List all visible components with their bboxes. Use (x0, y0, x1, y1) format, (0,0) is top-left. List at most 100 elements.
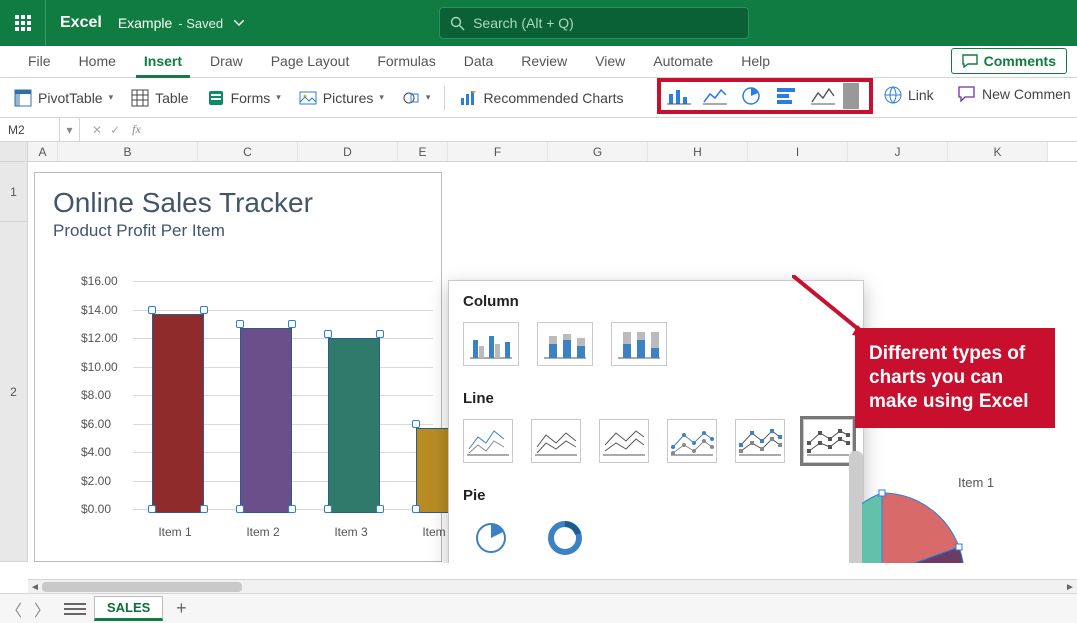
chart-bar[interactable] (152, 314, 204, 514)
chart-section-header: Line (449, 378, 863, 413)
shapes-button[interactable]: ▾ (398, 86, 435, 110)
enter-formula-icon[interactable]: ✓ (110, 123, 120, 137)
x-axis-label: Item 2 (228, 525, 298, 539)
document-name[interactable]: Example (118, 15, 178, 31)
search-box[interactable] (439, 7, 749, 39)
table-button[interactable]: Table (127, 86, 192, 110)
app-launcher-icon[interactable] (0, 0, 46, 46)
bar-chart-button[interactable] (771, 83, 803, 109)
y-axis-label: $2.00 (81, 474, 111, 488)
tab-review[interactable]: Review (507, 47, 581, 77)
stacked-line-markers-option[interactable] (735, 419, 785, 463)
sheet-tab[interactable]: SALES (94, 596, 163, 621)
next-sheet-button[interactable]: 〉 (32, 599, 52, 619)
column-chart-button[interactable] (663, 83, 695, 109)
chevron-down-icon[interactable] (229, 13, 249, 33)
chart-plot-area[interactable]: $0.00$2.00$4.00$6.00$8.00$10.00$12.00$14… (81, 281, 433, 513)
embedded-chart[interactable]: Online Sales Tracker Product Profit Per … (34, 172, 442, 562)
forms-label: Forms (231, 90, 271, 106)
worksheet-grid[interactable]: 1 2 Online Sales Tracker Product Profit … (0, 162, 1077, 563)
pivottable-button[interactable]: PivotTable ▾ (10, 86, 117, 110)
line-option[interactable] (463, 419, 513, 463)
pie-chart-button[interactable] (735, 83, 767, 109)
column-header[interactable]: C (198, 142, 298, 161)
chart-subtitle[interactable]: Product Profit Per Item (35, 221, 441, 253)
name-box-dropdown[interactable]: ▾ (60, 118, 80, 141)
doughnut-option[interactable] (537, 516, 593, 560)
tab-file[interactable]: File (14, 47, 65, 77)
recommended-charts-button[interactable]: Recommended Charts (455, 86, 627, 110)
stacked-column-option[interactable] (537, 322, 593, 366)
chart-bar[interactable] (328, 338, 380, 513)
100-stacked-line-option[interactable] (599, 419, 649, 463)
100-stacked-line-markers-option[interactable] (803, 419, 853, 463)
add-sheet-button[interactable]: + (171, 599, 191, 619)
column-header[interactable]: G (548, 142, 648, 161)
y-axis-label: $14.00 (81, 303, 118, 317)
chart-title[interactable]: Online Sales Tracker (35, 173, 441, 221)
column-header[interactable]: D (298, 142, 398, 161)
scroll-left-button[interactable]: ◄ (28, 580, 42, 594)
select-all-cell[interactable] (0, 142, 28, 161)
column-header[interactable]: H (648, 142, 748, 161)
search-input[interactable] (473, 15, 738, 31)
scrollbar-thumb[interactable] (42, 582, 242, 592)
tab-automate[interactable]: Automate (639, 47, 727, 77)
formula-bar: M2 ▾ ✕ ✓ fx (0, 118, 1077, 142)
area-chart-button[interactable] (807, 83, 839, 109)
pictures-label: Pictures (323, 90, 374, 106)
tab-home[interactable]: Home (65, 47, 130, 77)
tab-insert[interactable]: Insert (130, 47, 196, 77)
pie-option[interactable] (463, 516, 519, 560)
forms-button[interactable]: Forms ▾ (203, 86, 285, 110)
column-header[interactable]: E (398, 142, 448, 161)
column-header[interactable]: I (748, 142, 848, 161)
sheet-tab-bar: 〈 〉 SALES + (0, 593, 1077, 623)
y-axis-label: $8.00 (81, 388, 111, 402)
tab-formulas[interactable]: Formulas (363, 47, 449, 77)
link-icon (884, 86, 902, 104)
column-header[interactable]: J (848, 142, 948, 161)
name-box[interactable]: M2 (0, 118, 60, 141)
annotation-callout: Different types of charts you can make u… (855, 328, 1055, 428)
column-header[interactable]: A (28, 142, 58, 161)
tab-help[interactable]: Help (727, 47, 784, 77)
new-comment-button[interactable]: New Commen (958, 86, 1071, 102)
panel-scrollbar[interactable] (849, 451, 863, 563)
chart-types-highlight (657, 78, 873, 114)
y-axis-label: $4.00 (81, 445, 111, 459)
all-sheets-button[interactable] (64, 599, 86, 619)
chart-bar[interactable] (240, 328, 292, 513)
expand-chart-types-button[interactable] (843, 83, 859, 109)
tab-page-layout[interactable]: Page Layout (257, 47, 364, 77)
table-icon (131, 89, 149, 107)
ribbon-tabs: File Home Insert Draw Page Layout Formul… (0, 46, 1077, 78)
tab-view[interactable]: View (581, 47, 639, 77)
column-header[interactable]: K (948, 142, 1048, 161)
100-stacked-column-option[interactable] (611, 322, 667, 366)
tab-data[interactable]: Data (450, 47, 508, 77)
embedded-pie-chart[interactable]: Item 1 Item 2 Item 3 (862, 465, 1062, 563)
chevron-down-icon: ▾ (109, 92, 114, 103)
stacked-line-option[interactable] (531, 419, 581, 463)
tab-draw[interactable]: Draw (196, 47, 257, 77)
clustered-column-option[interactable] (463, 322, 519, 366)
shapes-icon (402, 89, 420, 107)
cancel-formula-icon[interactable]: ✕ (92, 123, 102, 137)
line-markers-option[interactable] (667, 419, 717, 463)
column-header[interactable]: B (58, 142, 198, 161)
row-header[interactable]: 1 (0, 162, 28, 222)
horizontal-scrollbar[interactable]: ◄ ► (28, 579, 1077, 593)
row-header[interactable]: 2 (0, 222, 28, 562)
scroll-right-button[interactable]: ► (1063, 580, 1077, 594)
prev-sheet-button[interactable]: 〈 (4, 599, 24, 619)
column-header[interactable]: F (448, 142, 548, 161)
link-button[interactable]: Link (884, 86, 934, 104)
table-label: Table (155, 90, 188, 106)
pivottable-icon (14, 89, 32, 107)
line-chart-button[interactable] (699, 83, 731, 109)
pictures-button[interactable]: Pictures ▾ (295, 86, 388, 110)
comments-button[interactable]: Comments (951, 48, 1067, 74)
chart-types-panel: Column Line Pie Bar Area (448, 280, 864, 563)
fx-icon[interactable]: fx (132, 122, 141, 137)
